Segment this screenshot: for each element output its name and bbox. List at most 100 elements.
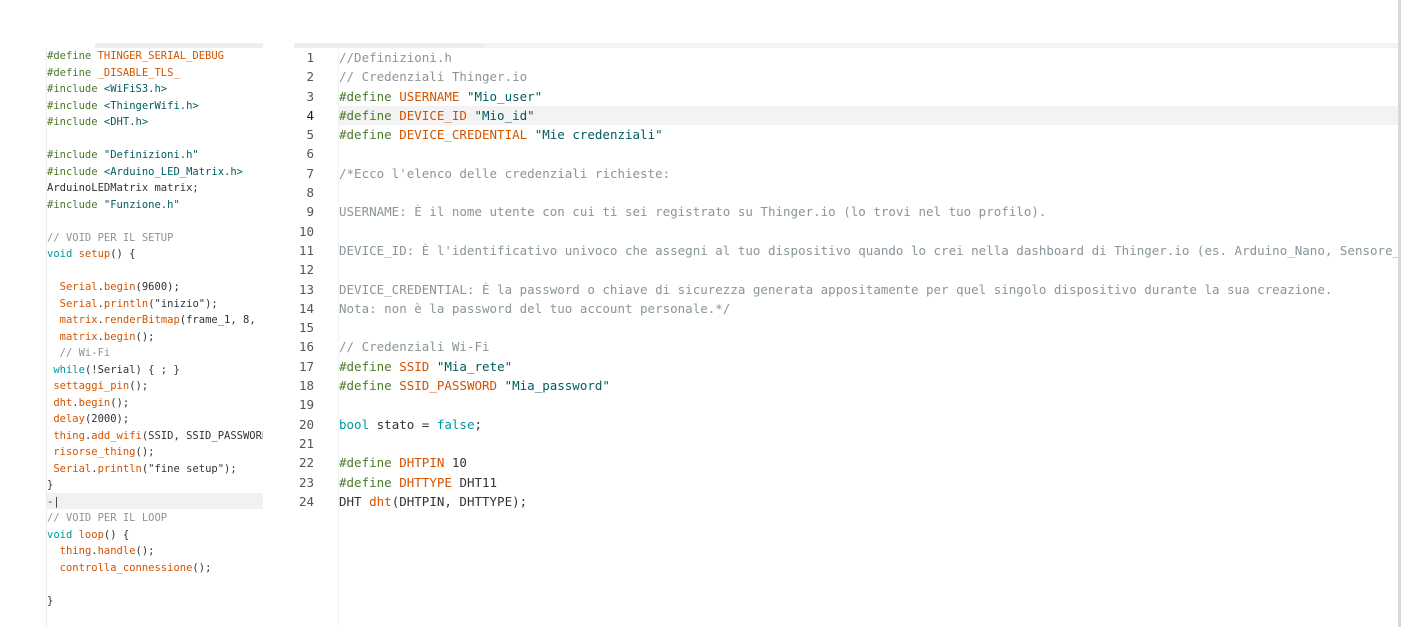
right-code-area[interactable]: //Definizioni.h // Credenziali Thinger.io… bbox=[339, 48, 1399, 511]
line-number-gutter: 1 2 3 4 5 6 7 8 9 10 11 12 13 14 15 16 17 18 19 20 21 22 23 24 bbox=[268, 48, 314, 511]
code-line[interactable]: #include "Funzione.h" bbox=[47, 197, 263, 214]
code-line[interactable]: #define DEVICE_CREDENTIAL "Mie credenzia… bbox=[339, 125, 1399, 144]
code-line[interactable]: #define _DISABLE_TLS_ bbox=[47, 65, 263, 82]
code-token: bool bbox=[339, 416, 377, 432]
code-line[interactable]: -| bbox=[47, 494, 263, 511]
code-token: #define bbox=[339, 88, 400, 104]
code-token: "Mio_id" bbox=[474, 107, 535, 123]
code-line[interactable]: risorse_thing(); bbox=[47, 444, 263, 461]
code-line[interactable]: DHT dht(DHTPIN, DHTTYPE); bbox=[339, 492, 1399, 511]
code-line[interactable] bbox=[339, 318, 1399, 337]
code-line[interactable]: thing.add_wifi(SSID, SSID_PASSWORD); bbox=[47, 428, 263, 445]
code-token: loop bbox=[78, 528, 104, 541]
code-token: (2000); bbox=[84, 413, 130, 425]
code-token: delay bbox=[53, 413, 85, 425]
code-line[interactable]: delay(2000); bbox=[47, 411, 263, 428]
code-line[interactable] bbox=[339, 395, 1399, 414]
code-token: (); bbox=[192, 561, 212, 574]
code-line[interactable]: Nota: non è la password del tuo account … bbox=[339, 299, 1399, 318]
code-token: (SSID, SSID_PASSWORD); bbox=[141, 429, 263, 442]
code-line[interactable]: void setup() { bbox=[47, 246, 263, 263]
code-line[interactable]: thing.handle(); bbox=[47, 543, 263, 560]
code-line[interactable]: #include <ThingerWifi.h> bbox=[47, 98, 263, 115]
line-number: 16 bbox=[298, 339, 314, 355]
code-line[interactable]: // VOID PER IL LOOP bbox=[47, 510, 263, 527]
code-line[interactable]: #define THINGER_SERIAL_DEBUG bbox=[47, 48, 263, 65]
code-line[interactable]: // Credenziali Thinger.io bbox=[339, 67, 1399, 86]
code-line[interactable] bbox=[339, 144, 1399, 163]
line-number: 7 bbox=[306, 165, 314, 181]
code-token: /*Ecco l'elenco delle credenziali richie… bbox=[339, 165, 671, 181]
code-line[interactable]: // VOID PER IL SETUP bbox=[47, 230, 263, 247]
code-line[interactable]: Serial.println("inizio"); bbox=[47, 296, 263, 313]
code-token: false bbox=[436, 416, 475, 432]
code-line[interactable]: #define DEVICE_ID "Mio_id" bbox=[339, 106, 1399, 125]
line-number: 3 bbox=[306, 88, 314, 104]
code-line[interactable]: #include <Arduino_LED_Matrix.h> bbox=[47, 164, 263, 181]
code-token: Serial bbox=[59, 297, 98, 310]
code-line[interactable] bbox=[339, 260, 1399, 279]
code-line[interactable]: matrix.begin(); bbox=[47, 329, 263, 346]
code-line[interactable]: Serial.begin(9600); bbox=[47, 279, 263, 296]
code-line[interactable]: Serial.println("fine setup"); bbox=[47, 461, 263, 478]
code-token: <DHT.h> bbox=[103, 116, 149, 128]
code-token: // Wi-Fi bbox=[47, 347, 111, 359]
code-line[interactable] bbox=[47, 213, 263, 230]
code-line[interactable] bbox=[339, 434, 1399, 453]
line-number: 24 bbox=[298, 493, 314, 509]
code-line[interactable] bbox=[47, 131, 263, 148]
code-line[interactable] bbox=[47, 263, 263, 280]
code-token: Serial bbox=[53, 462, 92, 475]
code-token: #include bbox=[47, 99, 104, 112]
code-token: "Mie credenziali" bbox=[534, 127, 663, 143]
code-line[interactable]: #define USERNAME "Mio_user" bbox=[339, 87, 1399, 106]
code-line[interactable]: } bbox=[47, 593, 263, 610]
code-token: () { bbox=[110, 248, 136, 260]
code-line[interactable] bbox=[47, 576, 263, 593]
code-line[interactable]: } bbox=[47, 477, 263, 494]
code-token: #include bbox=[47, 198, 104, 211]
code-token: // Credenziali Wi-Fi bbox=[339, 339, 490, 355]
line-number: 20 bbox=[298, 416, 314, 432]
code-token: //Definizioni.h bbox=[339, 50, 452, 65]
left-code-area[interactable]: #define THINGER_SERIAL_DEBUG #define _DIS… bbox=[47, 48, 263, 609]
code-token: matrix bbox=[59, 314, 98, 326]
code-line[interactable]: #include <DHT.h> bbox=[47, 114, 263, 131]
code-token: <ThingerWifi.h> bbox=[103, 99, 199, 112]
code-token: (); bbox=[135, 446, 155, 458]
code-token: "Mio_user" bbox=[466, 88, 543, 104]
code-line[interactable]: #define DHTTYPE DHT11 bbox=[339, 473, 1399, 492]
code-line[interactable]: #define DHTPIN 10 bbox=[339, 453, 1399, 472]
line-number: 2 bbox=[306, 69, 314, 85]
code-line[interactable]: matrix.renderBitmap(frame_1, 8, 12); bbox=[47, 312, 263, 329]
code-token: () { bbox=[103, 528, 130, 541]
code-line[interactable]: DEVICE_CREDENTIAL: È la password o chiav… bbox=[339, 280, 1399, 299]
code-token: -| bbox=[47, 495, 60, 508]
code-line[interactable]: controlla_connessione(); bbox=[47, 560, 263, 577]
code-line[interactable]: /*Ecco l'elenco delle credenziali richie… bbox=[339, 164, 1399, 183]
code-token: handle bbox=[97, 545, 136, 557]
code-line[interactable]: ArduinoLEDMatrix matrix; bbox=[47, 180, 263, 197]
code-line[interactable]: //Definizioni.h bbox=[339, 48, 1399, 67]
code-line[interactable]: dht.begin(); bbox=[47, 395, 263, 412]
line-number: 23 bbox=[298, 474, 314, 490]
code-line[interactable]: #include <WiFiS3.h> bbox=[47, 81, 263, 98]
code-line[interactable] bbox=[339, 222, 1399, 241]
code-line[interactable]: #define SSID "Mia_rete" bbox=[339, 357, 1399, 376]
left-code-editor[interactable]: #define THINGER_SERIAL_DEBUG #define _DIS… bbox=[0, 0, 268, 627]
code-line[interactable]: DEVICE_ID: È l'identificativo univoco ch… bbox=[339, 241, 1399, 260]
code-line[interactable]: #define SSID_PASSWORD "Mia_password" bbox=[339, 376, 1399, 395]
code-line[interactable] bbox=[339, 183, 1399, 202]
right-code-editor[interactable]: 1 2 3 4 5 6 7 8 9 10 11 12 13 14 15 16 17 18 19 20 21 22 23 24 … bbox=[268, 0, 1401, 627]
code-line[interactable]: while(!Serial) { ; } bbox=[47, 362, 263, 379]
code-line[interactable]: bool stato = false; bbox=[339, 415, 1399, 434]
code-line[interactable]: USERNAME: È il nome utente con cui ti se… bbox=[339, 202, 1399, 221]
code-line[interactable]: // Credenziali Wi-Fi bbox=[339, 337, 1399, 356]
code-line[interactable]: settaggi_pin(); bbox=[47, 378, 263, 395]
code-line[interactable]: void loop() { bbox=[47, 527, 263, 544]
code-line[interactable]: #include "Definizioni.h" bbox=[47, 147, 263, 164]
code-token: #define bbox=[339, 107, 400, 123]
code-token: _DISABLE_TLS_ bbox=[97, 66, 180, 79]
code-line[interactable]: // Wi-Fi bbox=[47, 345, 263, 362]
